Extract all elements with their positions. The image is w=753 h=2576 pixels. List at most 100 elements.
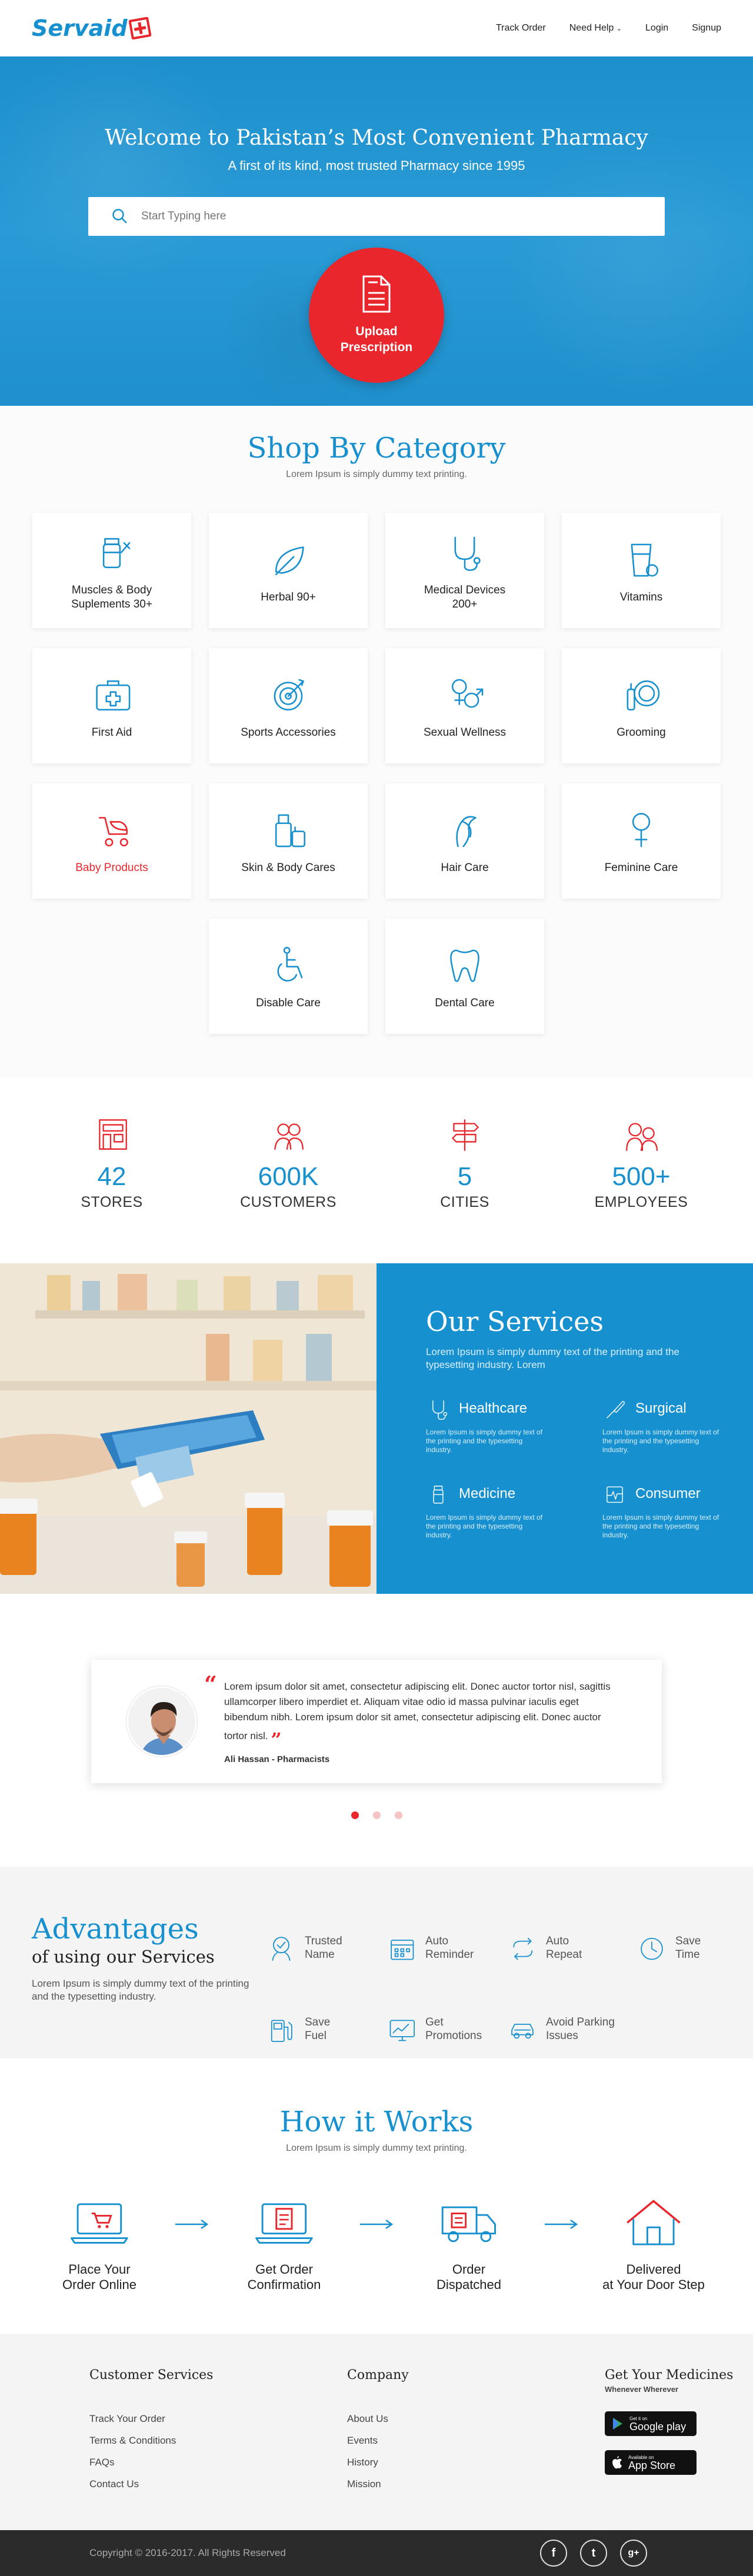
tooth-icon bbox=[450, 949, 479, 982]
advantage-item: Auto Repeat bbox=[507, 1918, 637, 1977]
upload-prescription-button[interactable]: Upload Prescription bbox=[309, 248, 444, 383]
services-grid: Healthcare Lorem Ipsum is simply dummy te… bbox=[426, 1396, 753, 1540]
trust-icon bbox=[272, 1937, 291, 1961]
footer-link[interactable]: Terms & Conditions bbox=[89, 2435, 347, 2447]
category-card[interactable]: Herbal 90+ bbox=[209, 513, 368, 628]
testimonial-body: “ Lorem ipsum dolor sit amet, consectetu… bbox=[204, 1671, 618, 1764]
category-card[interactable]: Sexual Wellness bbox=[385, 648, 544, 763]
google-play-icon bbox=[613, 2418, 622, 2430]
twitter-icon[interactable]: t bbox=[580, 2540, 607, 2567]
service-desc: Lorem Ipsum is simply dummy text of the … bbox=[426, 1428, 543, 1454]
service-item[interactable]: Healthcare Lorem Ipsum is simply dummy te… bbox=[426, 1396, 602, 1454]
promotion-chart-icon bbox=[389, 2020, 415, 2041]
app-store-big: App Store bbox=[628, 2459, 676, 2471]
footer-company: Company About Us Events History Mission bbox=[347, 2368, 605, 2530]
footer-link[interactable]: History bbox=[347, 2457, 605, 2468]
carousel-dot-1[interactable] bbox=[351, 1811, 359, 1819]
footer-link[interactable]: Track Your Order bbox=[89, 2413, 347, 2425]
category-label: Herbal 90+ bbox=[224, 590, 353, 605]
category-card[interactable]: Hair Care bbox=[385, 783, 544, 899]
advantage-line1: Auto bbox=[546, 1935, 569, 1947]
category-card[interactable]: Muscles & Body Suplements 30+ bbox=[32, 513, 191, 628]
advantage-item: Trusted Name bbox=[266, 1918, 387, 1977]
wheelchair-icon bbox=[277, 946, 303, 982]
category-card[interactable]: Medical Devices 200+ bbox=[385, 513, 544, 628]
site-header: Servaid Track Order Need Help ⌄ Login Si… bbox=[0, 0, 753, 56]
category-card[interactable]: Grooming bbox=[562, 648, 721, 763]
category-label-line1: Medical Devices bbox=[424, 584, 506, 596]
step-line1: Order bbox=[452, 2262, 486, 2277]
category-label-line1: Sexual Wellness bbox=[423, 726, 507, 739]
service-name: Healthcare bbox=[459, 1400, 528, 1416]
category-card[interactable]: Disable Care bbox=[209, 919, 368, 1034]
social-links: f t g+ bbox=[540, 2540, 647, 2567]
service-name: Surgical bbox=[635, 1400, 687, 1416]
advantage-line1: Save bbox=[305, 2016, 331, 2028]
step-line1: Delivered bbox=[626, 2262, 681, 2277]
category-label: Feminine Care bbox=[577, 861, 706, 875]
carousel-dot-2[interactable] bbox=[372, 1811, 381, 1819]
advantage-line1: Get bbox=[425, 2016, 444, 2028]
stat-number: 42 bbox=[97, 1162, 126, 1191]
stethoscope-icon bbox=[432, 1400, 448, 1420]
advantage-line2: Name bbox=[305, 1948, 335, 1961]
supplement-icon bbox=[102, 538, 131, 569]
car-icon bbox=[511, 2023, 534, 2039]
stat-number: 500+ bbox=[612, 1162, 671, 1191]
search-input[interactable] bbox=[141, 210, 612, 223]
first-aid-kit-icon bbox=[96, 680, 131, 711]
google-play-button[interactable]: Get it on Google play bbox=[605, 2411, 697, 2436]
category-card[interactable]: Vitamins bbox=[562, 513, 721, 628]
google-plus-icon[interactable]: g+ bbox=[620, 2540, 647, 2567]
category-label: Skin & Body Cares bbox=[224, 861, 353, 875]
step-line2: at Your Door Step bbox=[602, 2277, 705, 2292]
category-card[interactable]: Dental Care bbox=[385, 919, 544, 1034]
step-line2: Dispatched bbox=[436, 2277, 502, 2292]
service-item[interactable]: Medicine Lorem Ipsum is simply dummy text… bbox=[426, 1481, 602, 1540]
pharmacy-photo bbox=[0, 1263, 376, 1594]
advantage-item: Avoid Parking Issues bbox=[507, 2000, 637, 2058]
footer-link[interactable]: Events bbox=[347, 2435, 605, 2447]
nav-need-help[interactable]: Need Help ⌄ bbox=[569, 23, 622, 34]
carousel-dot-3[interactable] bbox=[394, 1811, 402, 1819]
leaf-icon bbox=[275, 546, 304, 576]
services-title: Our Services bbox=[426, 1306, 604, 1337]
category-card[interactable]: Sports Accessories bbox=[209, 648, 368, 763]
footer-link[interactable]: Contact Us bbox=[89, 2478, 347, 2490]
advantage-line1: Avoid Parking bbox=[546, 2016, 615, 2028]
stroller-icon bbox=[98, 817, 128, 847]
stethoscope-icon bbox=[454, 536, 481, 571]
category-card[interactable]: First Aid bbox=[32, 648, 191, 763]
hero-subtitle: A first of its kind, most trusted Pharma… bbox=[228, 158, 525, 173]
footer-link[interactable]: About Us bbox=[347, 2413, 605, 2425]
category-card[interactable]: Baby Products bbox=[32, 783, 191, 899]
advantage-item: Save Time bbox=[637, 1918, 753, 1977]
advantage-line1: Auto bbox=[425, 1935, 449, 1947]
category-label-line1: Muscles & Body bbox=[71, 584, 152, 596]
category-label-line1: First Aid bbox=[91, 726, 132, 739]
advantage-line2: Issues bbox=[546, 2030, 578, 2042]
category-label: Vitamins bbox=[577, 590, 706, 605]
testimonial-author: Ali Hassan - Pharmacists bbox=[224, 1754, 330, 1764]
footer-link[interactable]: FAQs bbox=[89, 2457, 347, 2468]
service-item[interactable]: Surgical Lorem Ipsum is simply dummy text… bbox=[602, 1396, 749, 1454]
service-item[interactable]: Consumer Lorem Ipsum is simply dummy text… bbox=[602, 1481, 749, 1540]
upload-line2: Prescription bbox=[340, 341, 413, 354]
logo[interactable]: Servaid bbox=[32, 15, 152, 41]
laptop-cart-icon bbox=[71, 2203, 128, 2244]
footer-link[interactable]: Mission bbox=[347, 2478, 605, 2490]
category-card[interactable]: Feminine Care bbox=[562, 783, 721, 899]
footer-customer-services: Customer Services Track Your Order Terms … bbox=[89, 2368, 347, 2530]
how-step: Delivered at Your Door Step bbox=[598, 2195, 709, 2293]
clock-icon bbox=[641, 1937, 663, 1960]
category-card[interactable]: Skin & Body Cares bbox=[209, 783, 368, 899]
nav-login[interactable]: Login bbox=[645, 23, 668, 34]
nav-track-order[interactable]: Track Order bbox=[496, 23, 546, 34]
step-line2: Order Online bbox=[62, 2277, 136, 2292]
facebook-icon[interactable]: f bbox=[540, 2540, 567, 2567]
app-store-button[interactable]: Available on App Store bbox=[605, 2450, 697, 2475]
category-label-line1: Sports Accessories bbox=[241, 726, 336, 739]
step-line1: Place Your bbox=[68, 2262, 131, 2277]
nav-signup[interactable]: Signup bbox=[692, 23, 721, 34]
how-steps: Place Your Order Online Get Order Confirmat… bbox=[0, 2195, 753, 2293]
